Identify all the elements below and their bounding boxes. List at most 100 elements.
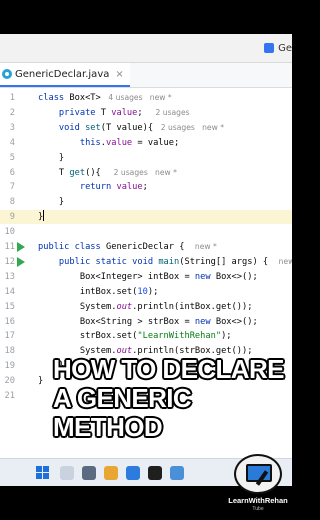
code-token: Box<>();	[215, 271, 258, 282]
code-token: Box<T>	[69, 93, 107, 103]
code-line[interactable]: 2 private T value; 2 usages	[0, 106, 292, 120]
code-token: );	[147, 286, 159, 297]
code-text: T get(){ 2 usages new *	[38, 166, 177, 180]
gradle-icon	[264, 43, 275, 53]
code-text: return value;	[38, 180, 148, 194]
inlay-hint: 2 usages	[153, 107, 190, 117]
code-line[interactable]: 12 public static void main(String[] args…	[0, 255, 292, 269]
intellij-icon[interactable]	[148, 466, 162, 480]
code-text: System.out.println(intBox.get());	[38, 300, 253, 314]
code-token: = value;	[132, 137, 180, 148]
code-token: "LearnWithRehan"	[137, 331, 222, 342]
code-token: return	[38, 182, 117, 193]
right-tool-tab-label: Ge	[278, 42, 292, 54]
code-line[interactable]: 16 Box<String > strBox = new Box<>();	[0, 315, 292, 329]
inlay-hint: new *	[278, 256, 292, 266]
code-text: this.value = value;	[38, 136, 179, 150]
line-number: 12	[4, 256, 15, 267]
code-token: new	[194, 316, 216, 327]
code-line[interactable]: 5 }	[0, 151, 292, 165]
line-number: 8	[9, 197, 15, 208]
code-token: );	[221, 331, 232, 342]
code-line[interactable]: 13 Box<Integer> intBox = new Box<>();	[0, 270, 292, 284]
code-token: .println(intBox.get());	[132, 301, 253, 312]
code-token: get	[69, 167, 86, 178]
close-icon[interactable]: ×	[115, 69, 123, 80]
line-number: 2	[9, 107, 15, 118]
code-token: value	[111, 107, 138, 118]
code-token: System.	[38, 301, 117, 312]
code-line[interactable]: 6 T get(){ 2 usages new *	[0, 166, 292, 180]
code-text: Box<Integer> intBox = new Box<>();	[38, 270, 258, 284]
line-number: 4	[9, 137, 15, 148]
code-line[interactable]: 7 return value;	[0, 180, 292, 194]
code-token: main	[158, 256, 180, 267]
code-line[interactable]: 17 strBox.set("LearnWithRehan");	[0, 329, 292, 343]
code-line[interactable]: 1 class Box<T> 4 usages new *	[0, 91, 292, 105]
tab-genericdeclar-java[interactable]: GenericDeclar.java ×	[0, 63, 130, 87]
code-token: value	[116, 182, 143, 193]
code-token: ;	[137, 107, 154, 118]
code-token: this	[38, 137, 101, 148]
code-line[interactable]: 8 }	[0, 195, 292, 209]
code-token: (String[] args) {	[179, 256, 279, 267]
code-token: 10	[137, 286, 148, 297]
channel-watermark: LearnWithRehan Tube	[228, 454, 288, 518]
right-tool-tab[interactable]: Ge	[264, 38, 292, 58]
code-line[interactable]: 10	[0, 225, 292, 239]
channel-sub: Tube	[252, 506, 264, 512]
search-icon[interactable]	[60, 466, 74, 480]
editor-tab-bar: GenericDeclar.java ×	[0, 63, 292, 88]
code-token: new	[194, 271, 216, 282]
code-token: strBox.set(	[38, 331, 138, 342]
code-token: intBox.set(	[38, 286, 138, 297]
code-token: Box<>();	[215, 316, 258, 327]
code-line[interactable]: 9}	[0, 210, 292, 225]
inlay-hint: 4 usages new *	[106, 93, 172, 102]
code-token: class	[38, 93, 70, 103]
code-text: intBox.set(10);	[38, 285, 159, 299]
channel-name: LearnWithRehan	[228, 496, 288, 505]
code-token: (T value){	[100, 122, 159, 133]
line-number: 19	[4, 361, 15, 372]
code-text: strBox.set("LearnWithRehan");	[38, 329, 232, 343]
line-number: 20	[4, 376, 15, 387]
line-number: 11	[4, 242, 15, 252]
code-line[interactable]: 15 System.out.println(intBox.get());	[0, 300, 292, 314]
tab-filename: GenericDeclar.java	[15, 68, 110, 80]
code-text: void set(T value){ 2 usages new *	[38, 121, 224, 135]
browser-icon[interactable]	[126, 466, 140, 480]
code-token: Box<String > strBox =	[38, 316, 195, 327]
line-number: 7	[9, 182, 15, 193]
code-token: }	[38, 152, 65, 163]
code-text: Box<String > strBox = new Box<>();	[38, 315, 258, 329]
code-token: out	[116, 301, 133, 312]
code-line[interactable]: 11 public class GenericDeclar { new *	[0, 240, 292, 254]
task-view-icon[interactable]	[82, 466, 96, 480]
line-number: 21	[4, 391, 15, 401]
store-icon[interactable]	[170, 466, 184, 480]
line-number: 14	[4, 286, 15, 297]
line-number: 18	[4, 346, 15, 357]
caption-line-1: HOW TO DECLARE	[53, 354, 285, 384]
code-line[interactable]: 14 intBox.set(10);	[0, 285, 292, 299]
windows-start-icon[interactable]	[36, 466, 50, 480]
code-token: ;	[142, 182, 148, 193]
line-number: 15	[4, 301, 15, 312]
learnwithrehan-logo	[234, 454, 282, 494]
run-gutter-icon[interactable]	[17, 242, 25, 252]
code-line[interactable]: 4 this.value = value;	[0, 136, 292, 150]
code-token: public static void	[38, 256, 159, 267]
caption-line-2: A GENERIC	[53, 383, 192, 413]
video-caption: HOW TO DECLARE A GENERIC METHOD	[53, 355, 289, 442]
code-text: public static void main(String[] args) {…	[38, 255, 292, 269]
code-token: public class	[38, 242, 106, 252]
file-explorer-icon[interactable]	[104, 466, 118, 480]
code-line[interactable]: 3 void set(T value){ 2 usages new *	[0, 121, 292, 135]
run-gutter-icon[interactable]	[17, 256, 25, 267]
code-token: T	[38, 167, 70, 178]
code-token: Box<Integer> intBox =	[38, 271, 195, 282]
code-text: class Box<T> 4 usages new *	[38, 91, 172, 105]
text-caret	[43, 210, 45, 222]
top-letterbox	[0, 0, 292, 34]
